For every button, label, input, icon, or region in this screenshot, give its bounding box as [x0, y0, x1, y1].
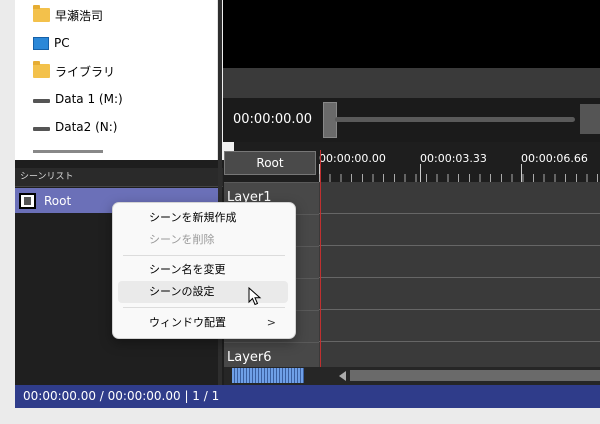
tree-item-pc[interactable]: PC [33, 32, 70, 54]
menu-item-label: ウィンドウ配置 [149, 316, 226, 329]
ruler-minor-ticks [319, 174, 600, 182]
folder-icon [33, 61, 50, 78]
ruler-label: 00:00:03.33 [420, 152, 487, 165]
timeline-root-button[interactable]: Root [224, 151, 316, 175]
tree-item-data2[interactable]: Data2 (N:) [33, 116, 117, 138]
preview-bottom-bar [223, 68, 600, 98]
tree-item-data1[interactable]: Data 1 (M:) [33, 88, 123, 110]
menu-separator [123, 307, 285, 308]
scene-item-label: Root [44, 193, 72, 208]
chevron-right-icon: > [266, 316, 276, 329]
timeline-horizontal-scrollbar[interactable] [224, 367, 600, 385]
timeline-tracks[interactable] [319, 182, 600, 367]
folder-icon [33, 5, 50, 22]
tree-item-user-folder[interactable]: 早瀬浩司 [33, 4, 103, 26]
drive-icon [33, 99, 50, 103]
scrollbar-thumb[interactable] [350, 370, 600, 381]
seek-slider-track[interactable] [335, 117, 575, 122]
menu-separator [123, 255, 285, 256]
status-bar: 00:00:00.00 / 00:00:00.00 | 1 / 1 [15, 385, 600, 408]
tree-item-label: Data2 (N:) [55, 120, 118, 134]
app-window: 早瀬浩司 PC ライブラリ Data 1 (M:) Data2 (N:) シーン… [15, 0, 600, 408]
transport-button[interactable] [580, 104, 600, 134]
menu-item-window-layout[interactable]: ウィンドウ配置 > [118, 312, 288, 334]
scroll-left-arrow-icon[interactable] [339, 371, 346, 381]
tree-item-library[interactable]: ライブラリ [33, 60, 115, 82]
mouse-cursor-icon [248, 287, 262, 306]
scene-list-header: シーンリスト [15, 168, 223, 187]
tree-item-label: ライブラリ [55, 64, 116, 79]
menu-item-new-scene[interactable]: シーンを新規作成 [118, 207, 288, 229]
tree-item-label: 早瀬浩司 [55, 8, 104, 23]
ruler-label: 00:00:06.66 [521, 152, 588, 165]
context-menu: シーンを新規作成 シーンを削除 シーン名を変更 シーンの設定 ウィンドウ配置 > [112, 202, 296, 339]
tree-item-label: Data 1 (M:) [55, 92, 123, 106]
menu-item-scene-settings[interactable]: シーンの設定 [118, 281, 288, 303]
tree-horizontal-scrollbar[interactable] [33, 150, 103, 153]
drive-icon [33, 127, 50, 131]
transport-bar: 00:00:00.00 [223, 98, 600, 142]
zoom-slider[interactable] [232, 368, 304, 383]
video-preview [223, 0, 600, 68]
timeline-ruler[interactable]: 00:00:00.00 00:00:03.33 00:00:06.66 [319, 150, 600, 182]
ruler-label: 00:00:00.00 [319, 152, 386, 165]
file-tree: 早瀬浩司 PC ライブラリ Data 1 (M:) Data2 (N:) [15, 0, 217, 160]
tree-item-label: PC [54, 36, 70, 50]
menu-item-delete-scene: シーンを削除 [149, 233, 215, 246]
film-icon [19, 192, 36, 209]
current-time: 00:00:00.00 [233, 112, 313, 127]
menu-item-rename-scene[interactable]: シーン名を変更 [118, 259, 288, 281]
monitor-icon [33, 36, 49, 50]
playhead-line[interactable] [320, 150, 321, 367]
